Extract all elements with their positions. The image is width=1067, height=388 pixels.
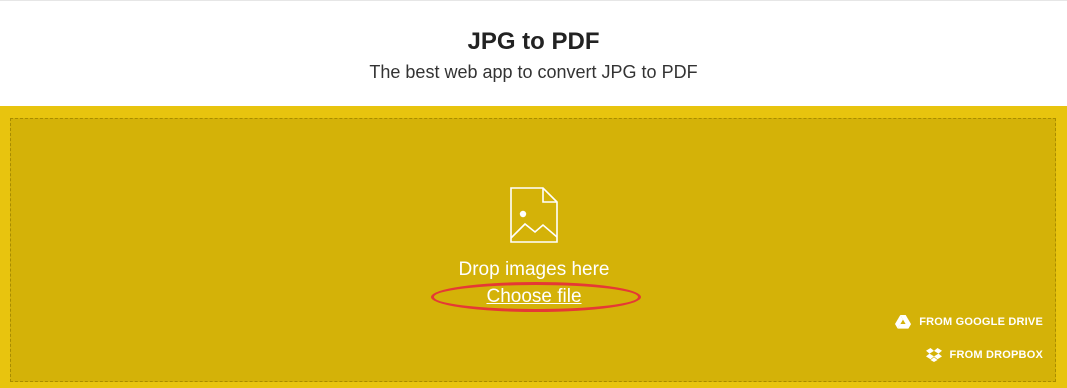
drop-images-text: Drop images here	[458, 259, 610, 280]
upload-area: Drop images here Choose file FROM GOOGLE…	[0, 106, 1067, 388]
image-file-icon	[510, 187, 558, 243]
choose-file-container: Choose file	[11, 286, 1057, 308]
google-drive-label: FROM GOOGLE DRIVE	[919, 316, 1043, 328]
from-google-drive-button[interactable]: FROM GOOGLE DRIVE	[895, 315, 1043, 329]
page-header: JPG to PDF The best web app to convert J…	[0, 0, 1067, 106]
page-title: JPG to PDF	[467, 28, 600, 55]
google-drive-icon	[895, 315, 912, 329]
page-subtitle: The best web app to convert JPG to PDF	[369, 62, 698, 82]
from-dropbox-button[interactable]: FROM DROPBOX	[925, 348, 1043, 362]
dropbox-label: FROM DROPBOX	[949, 349, 1043, 361]
drop-zone[interactable]: Drop images here Choose file FROM GOOGLE…	[10, 118, 1056, 382]
choose-file-link[interactable]: Choose file	[486, 286, 581, 307]
dropbox-icon	[925, 348, 942, 362]
